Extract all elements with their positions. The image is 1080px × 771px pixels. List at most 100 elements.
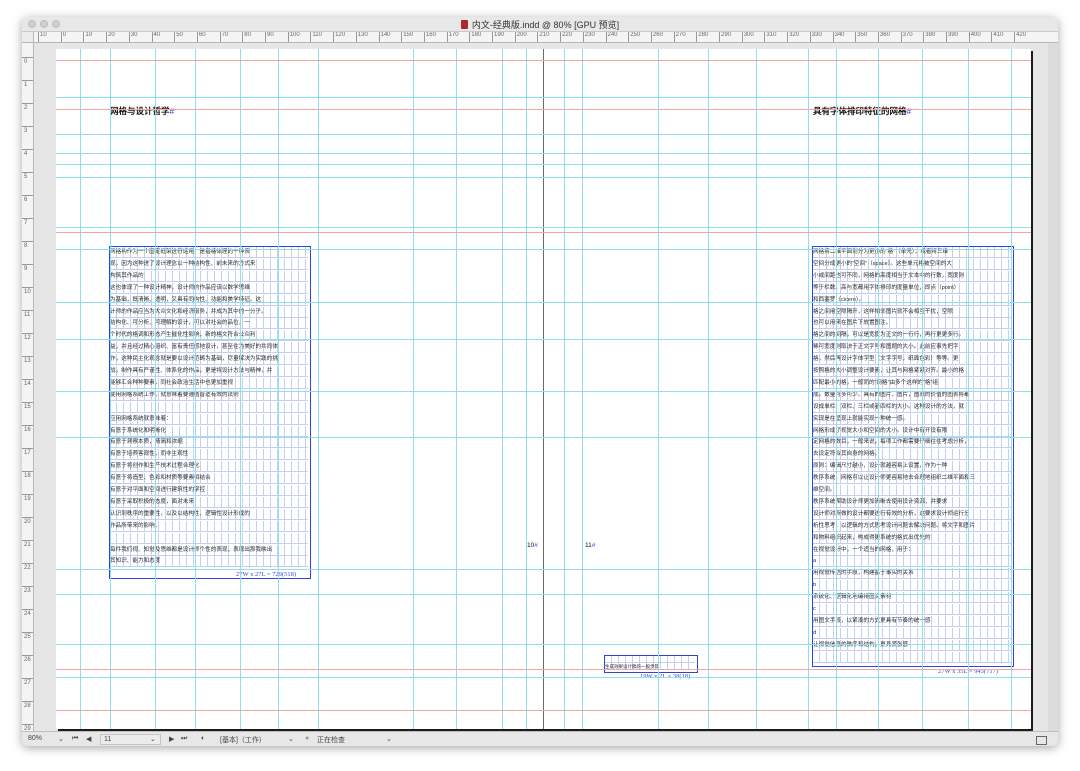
left-page-number: 10# [527, 542, 538, 549]
column-guide[interactable] [808, 49, 809, 729]
ruler-tick [22, 310, 33, 311]
row-guide[interactable] [56, 339, 1031, 340]
ruler-tick [877, 32, 879, 42]
ruler-tick-label: 240 [607, 32, 618, 38]
column-guide[interactable] [526, 49, 527, 729]
column-guide[interactable] [195, 49, 196, 729]
ruler-tick-label: 420 [1016, 32, 1027, 38]
column-guide[interactable] [878, 49, 879, 729]
page-spread[interactable]: 网格与设计哲学# 具有字体排印特征的网格# 网格构作为一个固定框架进行运用，是指… [56, 49, 1031, 729]
column-guide[interactable] [922, 49, 923, 729]
row-guide[interactable] [56, 177, 1031, 178]
ruler-tick [560, 32, 562, 42]
ruler-tick [310, 32, 312, 42]
column-guide[interactable] [278, 49, 279, 729]
column-guide[interactable] [318, 49, 319, 729]
ruler-origin[interactable] [22, 32, 34, 43]
column-guide[interactable] [564, 49, 565, 729]
column-guide[interactable] [502, 49, 503, 729]
column-guide[interactable] [836, 49, 837, 729]
ruler-tick-label: 380 [925, 32, 936, 38]
right-page-title[interactable]: 具有字体排印特征的网格# [813, 105, 911, 117]
row-guide[interactable] [56, 644, 1031, 645]
paragraph-mark: # [169, 106, 175, 116]
column-guide[interactable] [110, 49, 111, 729]
preflight-dropdown-icon[interactable]: ⌄ [386, 735, 392, 743]
text-line-content: 个时代的格调和形态产生催化性影响，新的格文符合公众利 [110, 332, 256, 339]
ruler-tick [22, 402, 33, 403]
previous-page-icon[interactable]: ◀ [86, 735, 91, 743]
ruler-tick [741, 32, 743, 42]
last-page-icon[interactable]: ⏭ [181, 735, 187, 743]
row-guide[interactable] [56, 153, 1031, 154]
next-page-icon[interactable]: ▶ [169, 735, 174, 743]
pasteboard[interactable]: 网格与设计哲学# 具有字体排印特征的网格# 网格构作为一个固定框架进行运用，是指… [34, 43, 1058, 733]
master-dropdown-icon[interactable]: ⌄ [288, 735, 294, 743]
ruler-tick-label: 28 [24, 703, 31, 709]
column-guide[interactable] [80, 49, 81, 729]
row-guide[interactable] [56, 97, 1031, 98]
status-bar: 80% ⌄ ⏮ ◀ 11 ⌄ ▶ ⏭ ◐ [基本]（工作） ⌄ ● 正在检查 ⌄ [22, 731, 1058, 746]
first-page-icon[interactable]: ⏮ [72, 735, 78, 743]
column-guide[interactable] [413, 49, 414, 729]
text-line-content: 有意于对平面和空间进行建筑性的掌控 [110, 487, 206, 493]
text-line-content: 认识到秩序的重要性，以及以结构性、逻辑性设计形成的 [110, 510, 250, 517]
text-line-content: 维空间。 [813, 487, 836, 493]
ruler-tick [22, 540, 33, 541]
column-guide[interactable] [968, 49, 969, 729]
ruler-tick [22, 563, 33, 564]
page-dropdown-icon[interactable]: ⌄ [150, 735, 156, 743]
horizontal-ruler[interactable]: 10 0 10 20 30 40 50 60 70 80 90 100 110 120 130 140 150 1… [34, 32, 1058, 43]
right-page-number-text: 11 [585, 542, 592, 549]
zoom-level[interactable]: 80% [28, 735, 42, 742]
ruler-tick [446, 32, 448, 42]
column-guide[interactable] [456, 49, 457, 729]
small-frame-line [605, 656, 695, 663]
ruler-tick [22, 218, 33, 219]
ruler-tick [900, 32, 902, 42]
row-guide[interactable] [56, 391, 1031, 392]
ruler-tick [60, 32, 62, 42]
row-guide[interactable] [56, 227, 1031, 228]
ruler-tick-label: 100 [289, 32, 300, 38]
column-guide[interactable] [708, 49, 709, 729]
ruler-tick [22, 586, 33, 587]
row-guide[interactable] [56, 677, 1031, 678]
row-guide[interactable] [56, 134, 1031, 135]
text-line: 也可以用来在图片下放置图注。 [813, 318, 1011, 330]
column-guide[interactable] [240, 49, 241, 729]
column-guide[interactable] [756, 49, 757, 729]
split-view-icon[interactable] [1036, 736, 1047, 745]
preflight-status[interactable]: 正在检查 [317, 735, 345, 745]
row-guide[interactable] [56, 302, 1031, 303]
ruler-tick [22, 333, 33, 334]
row-guide[interactable] [56, 249, 1031, 250]
spread-icon[interactable]: ◐ [201, 735, 205, 742]
ruler-tick-label: 140 [380, 32, 391, 38]
ruler-tick-label: 120 [335, 32, 346, 38]
row-guide[interactable] [56, 164, 1031, 165]
text-line: 析性思考，以逻辑的方式思考设计问题去解决问题。将文字和图片 [813, 520, 1011, 532]
text-line-content: 格之间用空隙隔开，这样相邻图片就不会相互干扰，空隙 [813, 308, 953, 315]
column-guide[interactable] [155, 49, 156, 729]
zoom-dropdown-icon[interactable]: ⌄ [58, 735, 64, 743]
left-page-title[interactable]: 网格与设计哲学# [110, 105, 174, 117]
ruler-tick [355, 32, 357, 42]
text-line-content: 稀可宽度则取决于正文字号和图题的大小。此前应事先把字 [813, 344, 959, 351]
row-guide[interactable] [56, 569, 1031, 570]
column-guide[interactable] [582, 49, 583, 729]
row-guide[interactable] [56, 594, 1031, 595]
text-line: 秩序系统帮助设计师更加清晰去使用设计资源，并要求 [813, 496, 1011, 508]
column-guide[interactable] [1011, 49, 1012, 729]
indesign-window: 内文-经典版.indd @ 80% [GPU 预览] 10 0 10 20 30 40 50… [22, 17, 1058, 746]
ruler-tick [378, 32, 380, 42]
text-line: 秩序系统，网格可以让设计师更容易地去合理地组织二维平面和三 [813, 473, 1011, 485]
vertical-ruler[interactable]: 0 1 2 3 4 5 6 7 8 9 10 11 12 13 14 15 16 17 18 19 20 21 22 23 24… [22, 43, 34, 735]
ruler-tick [22, 609, 33, 610]
master-page-label[interactable]: [基本]（工作） [220, 735, 266, 745]
text-line-content: 有意于洞察本质，精简和浓缩 [110, 439, 183, 446]
vertical-scrollbar[interactable] [1048, 43, 1058, 731]
ruler-tick [968, 32, 970, 42]
row-guide[interactable] [56, 437, 1031, 438]
column-guide[interactable] [658, 49, 659, 729]
